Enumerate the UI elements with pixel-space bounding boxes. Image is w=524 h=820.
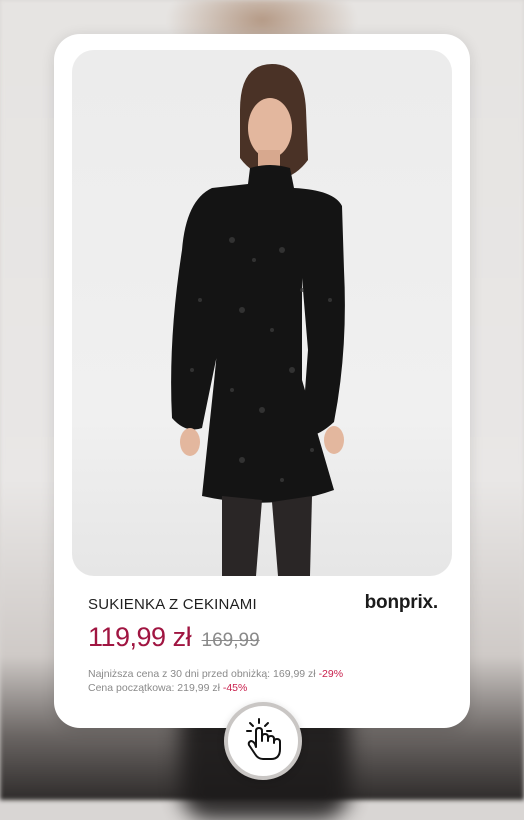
lowest-price-discount: -29% xyxy=(318,668,344,680)
tap-hand-icon xyxy=(243,717,283,766)
price-row: 119,99 zł 169,99 xyxy=(88,622,260,653)
initial-price-info: Cena początkowa: 219,99 zł -45% xyxy=(88,682,247,694)
product-photo[interactable] xyxy=(72,50,452,576)
old-price: 169,99 xyxy=(201,630,260,651)
product-card[interactable]: SUKIENKA Z CEKINAMI bonprix. 119,99 zł 1… xyxy=(54,34,470,728)
lowest-price-info: Najniższa cena z 30 dni przed obniżką: 1… xyxy=(88,668,343,680)
brand-logo: bonprix. xyxy=(364,592,439,613)
initial-price-label: Cena początkowa: 219,99 zł xyxy=(88,682,223,694)
tap-button[interactable] xyxy=(224,702,302,780)
current-price: 119,99 zł xyxy=(88,622,192,652)
product-title: SUKIENKA Z CEKINAMI xyxy=(88,596,257,613)
lowest-price-label: Najniższa cena z 30 dni przed obniżką: 1… xyxy=(88,668,319,680)
initial-price-discount: -45% xyxy=(222,682,248,694)
